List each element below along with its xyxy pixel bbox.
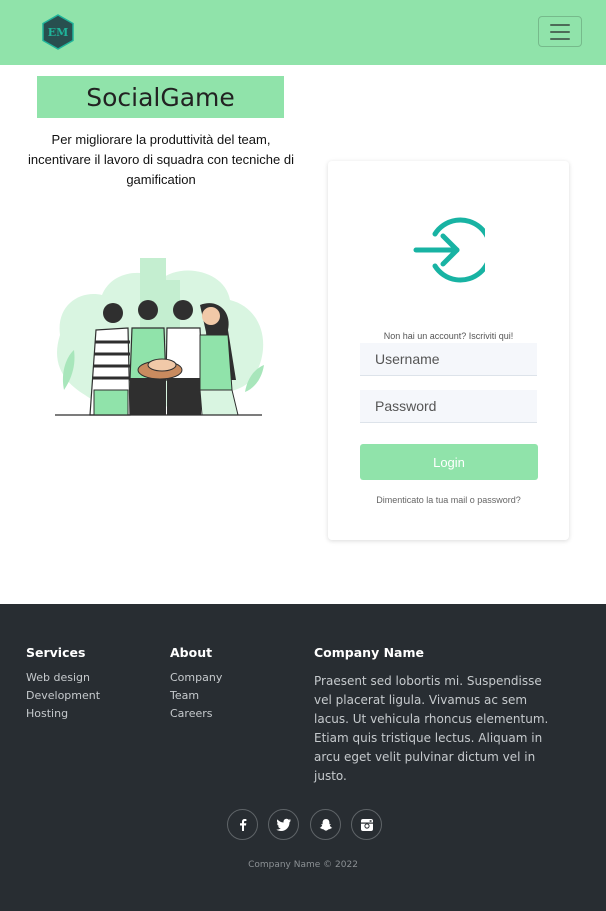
- app-title: SocialGame: [37, 76, 284, 118]
- footer-link-company[interactable]: Company: [170, 669, 222, 687]
- footer-link-development[interactable]: Development: [26, 687, 100, 705]
- hamburger-menu-icon[interactable]: [538, 16, 582, 47]
- username-input[interactable]: [360, 343, 537, 376]
- facebook-icon[interactable]: [227, 809, 258, 840]
- footer-services-title: Services: [26, 645, 86, 660]
- footer-link-web-design[interactable]: Web design: [26, 669, 100, 687]
- team-hands-together-illustration: [55, 258, 264, 416]
- forgot-password-link[interactable]: Dimenticato la tua mail o password?: [328, 495, 569, 505]
- twitter-icon[interactable]: [268, 809, 299, 840]
- footer-services-list: Web design Development Hosting: [26, 669, 100, 723]
- login-card: Non hai un account? Iscriviti qui! Login…: [328, 161, 569, 540]
- brand-logo[interactable]: EM: [41, 14, 75, 50]
- footer-link-hosting[interactable]: Hosting: [26, 705, 100, 723]
- navbar: EM: [0, 0, 606, 65]
- password-input[interactable]: [360, 390, 537, 423]
- footer-link-careers[interactable]: Careers: [170, 705, 222, 723]
- footer-about-title: About: [170, 645, 213, 660]
- footer-link-team[interactable]: Team: [170, 687, 222, 705]
- footer: Services Web design Development Hosting …: [0, 604, 606, 911]
- footer-company-description: Praesent sed lobortis mi. Suspendisse ve…: [314, 674, 549, 783]
- footer-company-title: Company Name: [314, 645, 424, 660]
- footer-about-list: Company Team Careers: [170, 669, 222, 723]
- login-arrow-icon: [413, 217, 485, 283]
- logo-text: EM: [47, 25, 69, 39]
- tagline: Per migliorare la produttività del team,…: [28, 132, 294, 187]
- login-button[interactable]: Login: [360, 444, 538, 480]
- instagram-icon[interactable]: [351, 809, 382, 840]
- copyright: Company Name © 2022: [248, 860, 358, 870]
- signup-link[interactable]: Non hai un account? Iscriviti qui!: [328, 331, 569, 341]
- snapchat-icon[interactable]: [310, 809, 341, 840]
